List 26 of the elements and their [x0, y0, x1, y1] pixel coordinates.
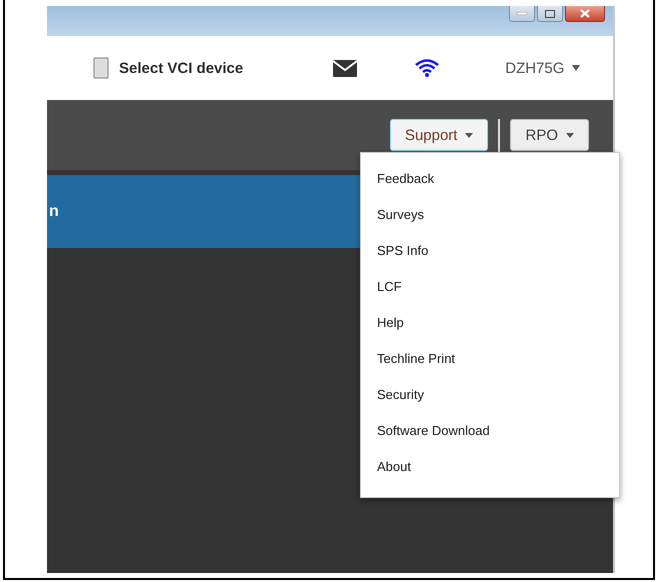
device-icon[interactable]: [93, 57, 109, 79]
mail-icon[interactable]: [333, 60, 358, 76]
menu-item[interactable]: Software Download: [361, 413, 619, 449]
close-button[interactable]: [565, 6, 605, 22]
nav-dropdown-button[interactable]: Support: [390, 119, 488, 151]
minimize-button[interactable]: [509, 6, 535, 22]
user-menu[interactable]: DZH75G: [505, 60, 580, 76]
maximize-icon: [545, 10, 555, 18]
caret-icon: [572, 65, 580, 71]
menu-item[interactable]: About: [361, 449, 619, 485]
menu-item[interactable]: Surveys: [361, 197, 619, 233]
nav-dropdown-button[interactable]: RPO: [510, 119, 589, 151]
menu-item[interactable]: Security: [361, 377, 619, 413]
menu-item[interactable]: Help: [361, 305, 619, 341]
caret-icon: [465, 132, 474, 138]
menu-item[interactable]: Techline Print: [361, 341, 619, 377]
minimize-icon: [517, 12, 527, 15]
menu-item[interactable]: LCF: [361, 269, 619, 305]
banner-text: n: [49, 202, 59, 220]
caret-icon: [566, 132, 574, 138]
select-device-link[interactable]: Select VCI device: [119, 60, 244, 76]
maximize-button[interactable]: [537, 6, 563, 22]
wifi-icon[interactable]: [415, 59, 440, 77]
close-icon: [580, 9, 590, 18]
menu-item[interactable]: Feedback: [361, 161, 619, 197]
menu-item[interactable]: SPS Info: [361, 233, 619, 269]
